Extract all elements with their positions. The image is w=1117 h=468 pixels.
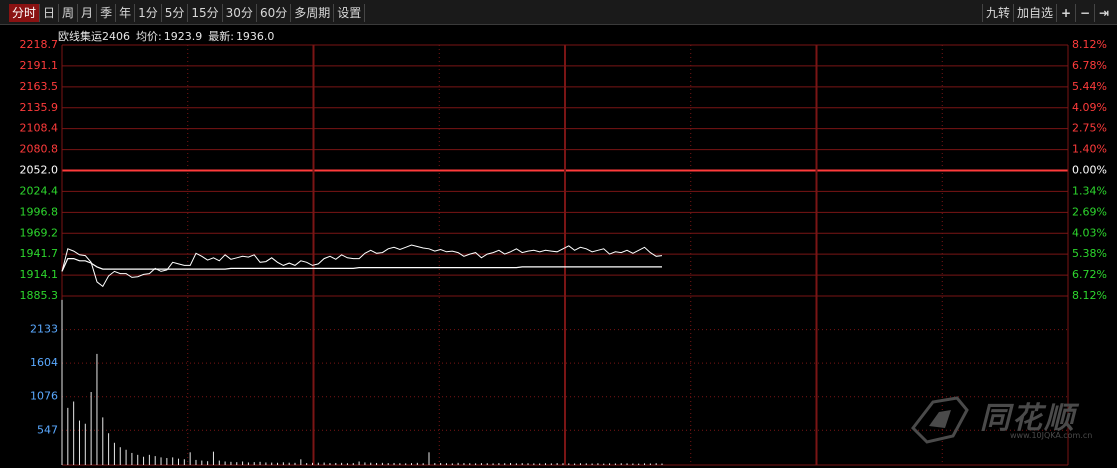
pct-tick-label: 8.12% <box>1072 38 1107 51</box>
pct-tick-label: 4.09% <box>1072 101 1107 114</box>
pct-tick-label: 8.12% <box>1072 289 1107 302</box>
avg-price-line <box>61 258 662 272</box>
pct-tick-label: 2.75% <box>1072 122 1107 135</box>
price-line <box>61 244 663 288</box>
price-tick-label: 2080.8 <box>20 143 59 156</box>
pct-tick-label: 1.34% <box>1072 184 1107 197</box>
pct-tick-label: 0.00% <box>1072 164 1107 177</box>
price-tick-label: 2024.4 <box>20 184 59 197</box>
pct-tick-label: 4.03% <box>1072 226 1107 239</box>
price-tick-label: 1996.8 <box>20 205 59 218</box>
volume-tick-label: 1604 <box>30 356 58 369</box>
price-tick-label: 2191.1 <box>20 59 59 72</box>
volume-tick-label: 2133 <box>30 323 58 336</box>
pct-tick-label: 5.38% <box>1072 247 1107 260</box>
watermark-url: www.10JQKA.com.cn <box>1010 431 1093 440</box>
price-tick-label: 2163.5 <box>20 80 59 93</box>
price-tick-label: 2135.9 <box>20 101 59 114</box>
pct-tick-label: 5.44% <box>1072 80 1107 93</box>
price-tick-label: 1885.3 <box>20 289 59 302</box>
price-tick-label: 1914.1 <box>20 268 59 281</box>
pct-tick-label: 2.69% <box>1072 205 1107 218</box>
volume-tick-label: 547 <box>37 423 58 436</box>
volume-tick-label: 1076 <box>30 390 58 403</box>
price-tick-label: 2218.7 <box>20 38 59 51</box>
price-tick-label: 1969.2 <box>20 226 59 239</box>
price-tick-label: 2108.4 <box>20 122 59 135</box>
pct-tick-label: 6.78% <box>1072 59 1107 72</box>
pct-tick-label: 6.72% <box>1072 268 1107 281</box>
price-tick-label: 2052.0 <box>20 164 59 177</box>
pct-tick-label: 1.40% <box>1072 143 1107 156</box>
price-tick-label: 1941.7 <box>20 247 59 260</box>
